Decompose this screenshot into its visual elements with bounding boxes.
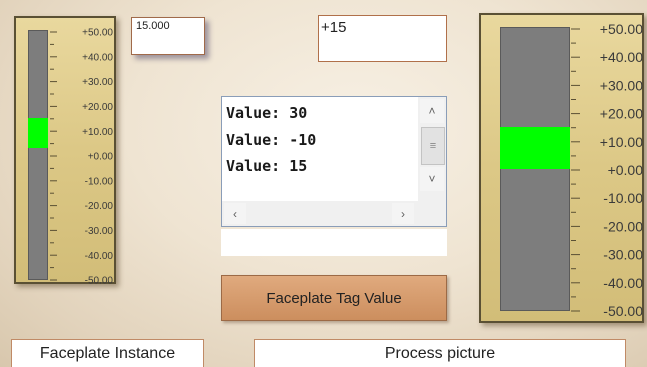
- scale-label: +50.00: [600, 21, 643, 37]
- grip-icon: ≡: [429, 140, 437, 152]
- vertical-scrollbar[interactable]: ˄ ≡ ˅: [418, 97, 446, 202]
- tab-process-picture-label: Process picture: [384, 344, 496, 362]
- chevron-up-icon[interactable]: ˄: [420, 99, 444, 123]
- chevron-down-icon[interactable]: ˅: [420, 167, 444, 191]
- right-bar-gauge: +50.00 +40.00 +30.00 +20.00 +10.00 +0.00 -10.0…: [479, 13, 644, 323]
- scale-label: -30.00: [85, 226, 114, 237]
- empty-text-field[interactable]: [221, 229, 447, 256]
- scale-label: -40.00: [603, 275, 643, 291]
- scale-label: +40.00: [600, 49, 643, 65]
- left-bar-gauge: +50.00 +40.00 +30.00 +20.00 +10.00 +0.00 -10.0…: [14, 16, 116, 287]
- scale-label: +50.00: [82, 28, 113, 39]
- scale-label: -50.00: [603, 303, 643, 319]
- chevron-left-icon[interactable]: ‹: [224, 203, 246, 224]
- list-item[interactable]: Value: -10: [226, 131, 316, 149]
- faceplate-tag-value-label: Faceplate Tag Value: [266, 289, 402, 307]
- scale-label: +20.00: [600, 106, 643, 122]
- scale-label: +30.00: [600, 77, 643, 93]
- scale-label: +10.00: [82, 127, 113, 138]
- scale-label: -20.00: [603, 218, 643, 234]
- scale-label: -20.00: [85, 201, 114, 212]
- scale-label: +10.00: [600, 134, 643, 150]
- scale-label: +40.00: [82, 52, 113, 63]
- scale-label: -40.00: [85, 251, 114, 262]
- scroll-thumb[interactable]: ≡: [421, 127, 445, 165]
- value-list-box[interactable]: Value: 30 Value: -10 Value: 15 ˄ ≡ ˅ ‹ ›: [221, 96, 447, 227]
- scale-label: -50.00: [85, 276, 114, 287]
- left-gauge-scale: +50.00 +40.00 +30.00 +20.00 +10.00 +0.00 -10.0…: [50, 28, 114, 287]
- horizontal-scrollbar[interactable]: ‹ ›: [222, 201, 418, 226]
- value-input-text: +15: [321, 19, 347, 36]
- chevron-right-icon[interactable]: ›: [392, 203, 414, 224]
- tab-faceplate-instance-label: Faceplate Instance: [39, 344, 176, 362]
- scale-label: -10.00: [85, 176, 114, 187]
- value-output-box[interactable]: 15.000: [131, 17, 205, 55]
- scale-label: -30.00: [603, 247, 643, 263]
- tab-process-picture[interactable]: Process picture: [254, 339, 626, 367]
- value-input-field[interactable]: +15: [318, 15, 447, 62]
- scale-label: +20.00: [82, 102, 113, 113]
- value-output-text: 15.000: [136, 20, 170, 32]
- right-gauge-scale: +50.00 +40.00 +30.00 +20.00 +10.00 +0.00 -10.0…: [571, 21, 644, 319]
- scale-label: +0.00: [88, 152, 114, 163]
- scrollbar-corner: [418, 201, 446, 226]
- faceplate-tag-value-button[interactable]: Faceplate Tag Value: [221, 275, 447, 321]
- scale-label: +0.00: [608, 162, 644, 178]
- scale-label: +30.00: [82, 77, 113, 88]
- scale-label: -10.00: [603, 190, 643, 206]
- list-item[interactable]: Value: 30: [226, 104, 307, 122]
- tab-faceplate-instance[interactable]: Faceplate Instance: [11, 339, 204, 367]
- list-item[interactable]: Value: 15: [226, 157, 307, 175]
